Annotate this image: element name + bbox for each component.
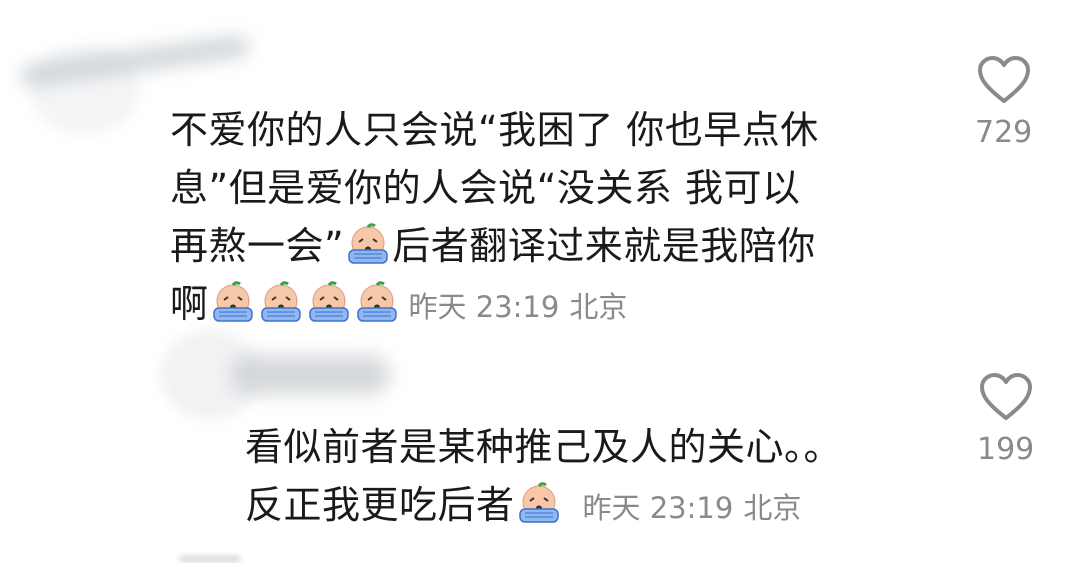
like-count: 729 — [975, 115, 1033, 150]
comment-line: 息”但是爱你的人会说“没关系 我可以 — [170, 166, 801, 210]
heart-icon — [977, 56, 1030, 103]
crying-face-sticker-icon — [306, 281, 352, 323]
comment-location: 北京 — [743, 491, 802, 525]
next-comment-avatar-partial — [180, 556, 240, 562]
comment-line: 反正我更吃后者 昨天 23:19 北京 — [245, 476, 842, 537]
comment-fragment: 后者翻译过来就是我陪你 — [392, 224, 816, 268]
like-count: 199 — [977, 432, 1035, 467]
comment-text: 看似前者是某种推己及人的关心。。 反正我更吃后者 昨天 23:19 北京 — [245, 418, 842, 537]
comment-fragment: 反正我更吃后者 — [245, 483, 515, 527]
comment-location: 北京 — [569, 290, 628, 324]
like-button[interactable]: 729 — [975, 55, 1032, 150]
comment-line: 再熬一会” 后者翻译过来就是我陪你 — [170, 217, 819, 275]
crying-face-sticker-icon — [258, 281, 304, 323]
comment-line: 不爱你的人只会说“我困了 你也早点休 — [170, 108, 819, 152]
comment-time: 昨天 23:19 — [408, 290, 560, 324]
comment-line: 啊 昨天 23:19 北京 — [170, 275, 819, 336]
crying-face-sticker-icon — [354, 281, 400, 323]
comment-fragment: 再熬一会” — [170, 224, 345, 268]
comment-time: 昨天 23:19 — [582, 491, 734, 525]
heart-icon — [979, 373, 1032, 420]
crying-face-sticker-icon — [516, 482, 562, 524]
comment-fragment: 啊 — [170, 282, 209, 326]
crying-face-sticker-icon — [345, 223, 391, 265]
like-button[interactable]: 199 — [977, 372, 1034, 467]
crying-face-sticker-icon — [210, 281, 256, 323]
username-redacted[interactable] — [230, 355, 390, 395]
comment-text: 不爱你的人只会说“我困了 你也早点休 息”但是爱你的人会说“没关系 我可以 再熬… — [170, 101, 819, 336]
comment-line: 看似前者是某种推己及人的关心。。 — [245, 425, 843, 469]
